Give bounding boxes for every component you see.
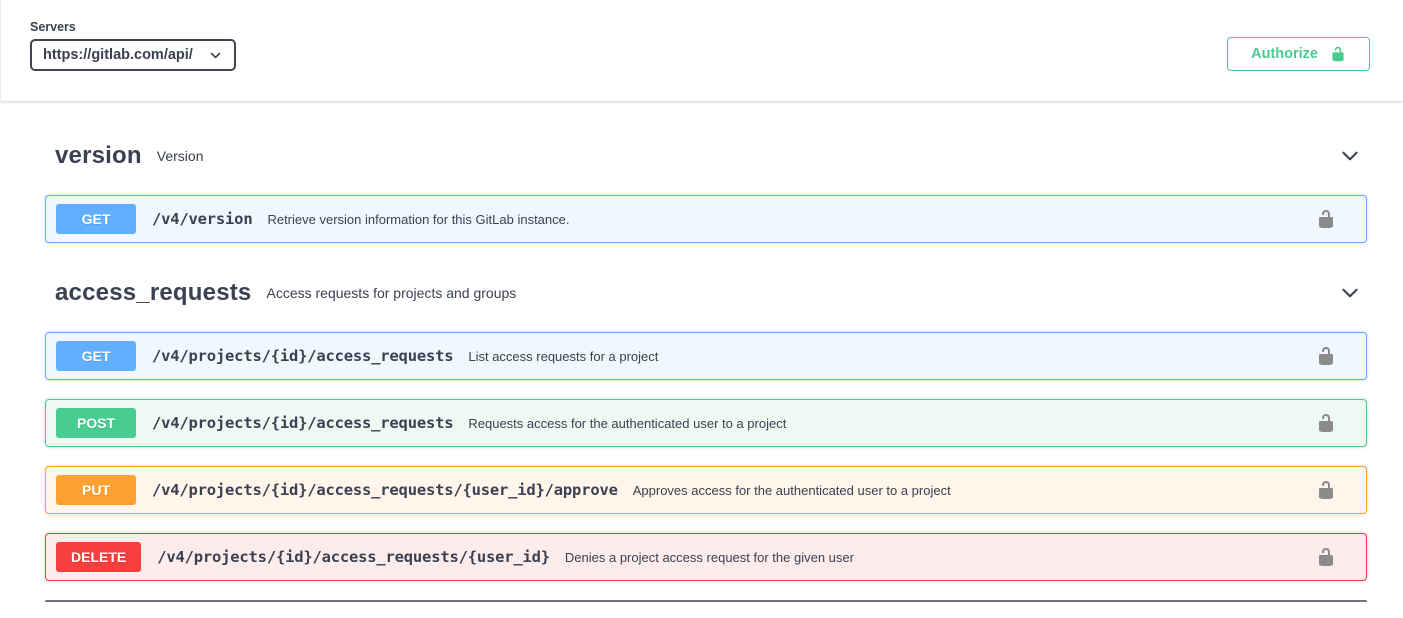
method-badge: PUT [56,475,136,505]
operation-path: /v4/projects/{id}/access_requests [152,414,453,432]
operation-path: /v4/projects/{id}/access_requests/{user_… [157,548,550,566]
operation-summary: Approves access for the authenticated us… [633,483,951,498]
unlock-icon[interactable] [1316,413,1336,433]
server-select[interactable]: https://gitlab.com/api/ [30,39,236,71]
tag-section: version Version GET /v4/version Retrieve… [45,142,1367,243]
operation-row[interactable]: GET /v4/version Retrieve version informa… [45,195,1367,243]
method-badge: POST [56,408,136,438]
server-url: https://gitlab.com/api/ [43,47,193,63]
section-divider [45,600,1367,602]
method-badge: GET [56,204,136,234]
method-badge: GET [56,341,136,371]
api-sections: version Version GET /v4/version Retrieve… [45,142,1367,581]
chevron-down-icon[interactable] [1339,145,1361,167]
authorize-button[interactable]: Authorize [1227,37,1370,71]
operation-path: /v4/version [152,210,252,228]
tag-description: Version [157,148,204,164]
operation-path: /v4/projects/{id}/access_requests [152,347,453,365]
tag-name: version [55,142,142,170]
tag-header[interactable]: access_requests Access requests for proj… [45,279,1367,307]
operations-list: GET /v4/version Retrieve version informa… [45,195,1367,243]
tag-description: Access requests for projects and groups [266,285,516,301]
method-badge: DELETE [56,542,141,572]
chevron-down-icon[interactable] [1339,282,1361,304]
tag-section: access_requests Access requests for proj… [45,279,1367,581]
unlock-icon[interactable] [1316,547,1336,567]
unlock-icon[interactable] [1316,346,1336,366]
operation-summary: Retrieve version information for this Gi… [267,212,569,227]
operations-list: GET /v4/projects/{id}/access_requests Li… [45,332,1367,581]
unlock-icon [1330,46,1346,62]
tag-header[interactable]: version Version [45,142,1367,170]
operation-row[interactable]: DELETE /v4/projects/{id}/access_requests… [45,533,1367,581]
operation-summary: Denies a project access request for the … [565,550,854,565]
tag-name: access_requests [55,279,251,307]
operation-row[interactable]: PUT /v4/projects/{id}/access_requests/{u… [45,466,1367,514]
scheme-container: Servers https://gitlab.com/api/ Authoriz… [0,0,1403,102]
operation-row[interactable]: GET /v4/projects/{id}/access_requests Li… [45,332,1367,380]
operation-summary: Requests access for the authenticated us… [468,416,786,431]
operation-summary: List access requests for a project [468,349,658,364]
operation-row[interactable]: POST /v4/projects/{id}/access_requests R… [45,399,1367,447]
operation-path: /v4/projects/{id}/access_requests/{user_… [152,481,618,499]
unlock-icon[interactable] [1316,480,1336,500]
servers-block: Servers https://gitlab.com/api/ [30,20,236,71]
servers-label: Servers [30,20,236,34]
unlock-icon[interactable] [1316,209,1336,229]
chevron-down-icon [209,49,222,62]
authorize-label: Authorize [1251,46,1318,62]
